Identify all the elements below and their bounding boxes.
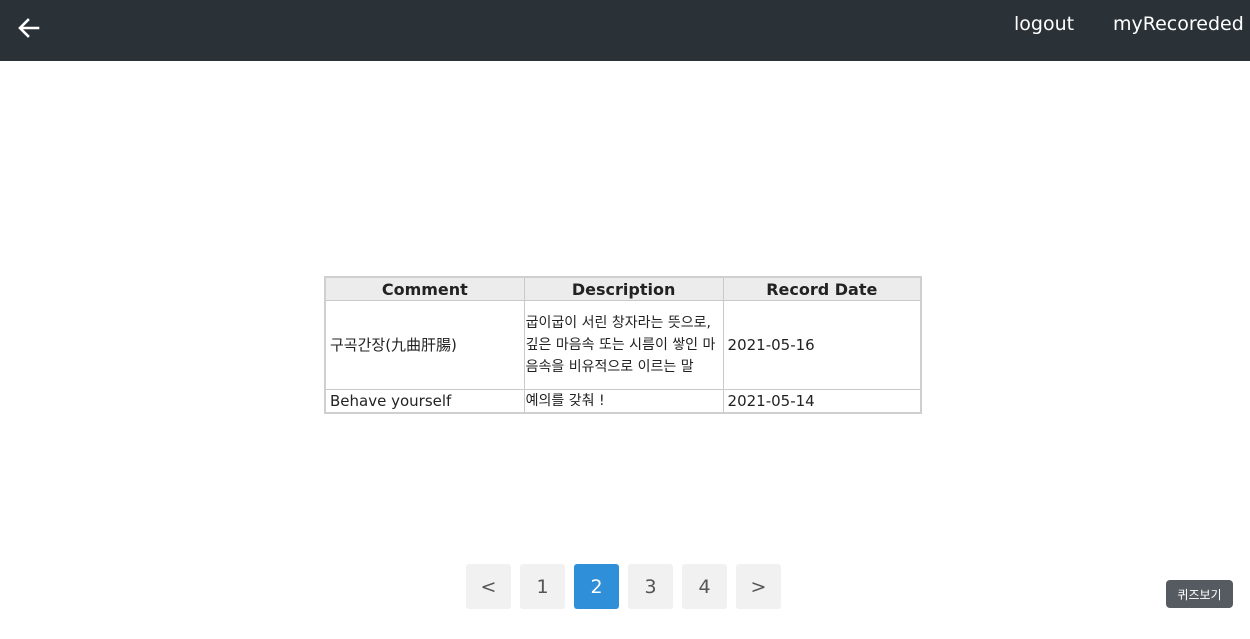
record-date-cell: 2021-05-14	[722, 389, 922, 414]
back-button[interactable]	[15, 14, 43, 42]
next-page-button[interactable]: >	[736, 564, 781, 609]
page-button-1[interactable]: 1	[520, 564, 565, 609]
page-button-4[interactable]: 4	[682, 564, 727, 609]
my-recorded-link[interactable]: myRecoreded	[1113, 12, 1244, 36]
record-date-cell: 2021-05-16	[722, 300, 922, 390]
top-navbar: logout myRecoreded	[0, 0, 1250, 61]
page-button-2[interactable]: 2	[574, 564, 619, 609]
column-header-comment: Comment	[324, 276, 525, 301]
record-table: Comment Description Record Date 구곡간장(九曲肝…	[324, 276, 922, 414]
column-header-record-date: Record Date	[722, 276, 922, 301]
page-button-3[interactable]: 3	[628, 564, 673, 609]
table-row: Behave yourself 예의를 갖춰 ! 2021-05-14	[324, 389, 922, 414]
description-cell: 굽이굽이 서린 창자라는 뜻으로, 깊은 마음속 또는 시름이 쌓인 마음속을 …	[523, 300, 724, 390]
description-cell: 예의를 갖춰 !	[523, 389, 724, 414]
column-header-description: Description	[523, 276, 724, 301]
table-header-row: Comment Description Record Date	[324, 276, 922, 301]
table-row: 구곡간장(九曲肝腸) 굽이굽이 서린 창자라는 뜻으로, 깊은 마음속 또는 시…	[324, 300, 922, 390]
prev-page-button[interactable]: <	[466, 564, 511, 609]
comment-cell: 구곡간장(九曲肝腸)	[324, 300, 525, 390]
comment-cell: Behave yourself	[324, 389, 525, 414]
arrow-left-icon	[18, 18, 40, 38]
pagination: < 1 2 3 4 >	[466, 564, 781, 609]
logout-link[interactable]: logout	[1014, 12, 1074, 36]
quiz-view-button[interactable]: 퀴즈보기	[1166, 580, 1233, 608]
